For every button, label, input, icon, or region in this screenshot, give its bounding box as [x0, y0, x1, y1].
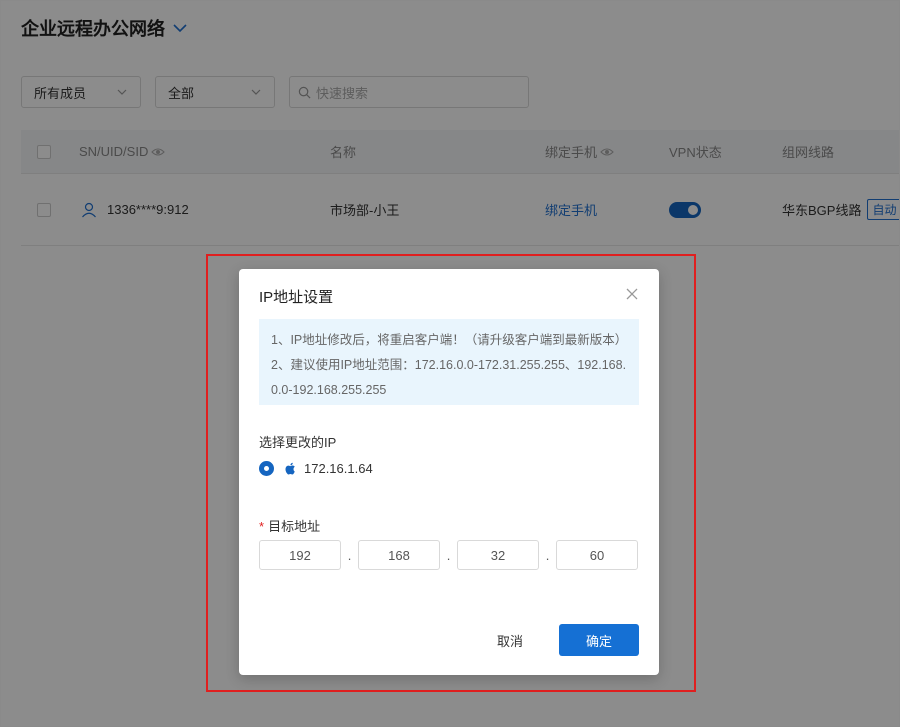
confirm-button[interactable]: 确定 [559, 624, 639, 656]
notice-line: 0.0-192.168.255.255 [271, 383, 387, 397]
select-ip-label: 选择更改的IP [259, 435, 337, 450]
ip-settings-dialog: IP地址设置 1、IP地址修改后，将重启客户端！（请升级客户端到最新版本） 2、… [239, 269, 659, 675]
target-address-label: * 目标地址 [259, 519, 321, 534]
ip-octet-4-input[interactable]: 60 [556, 540, 638, 570]
target-ip-inputs: 192 . 168 . 32 . 60 [259, 540, 638, 570]
ip-option[interactable]: 172.16.1.64 [259, 461, 373, 476]
current-ip: 172.16.1.64 [304, 461, 373, 476]
dialog-title: IP地址设置 [259, 289, 334, 306]
ip-separator: . [347, 547, 352, 563]
page: 企业远程办公网络 所有成员 全部 快速搜索 SN/UID/SID 名称 绑定手机… [0, 0, 900, 727]
ip-radio[interactable] [259, 461, 274, 476]
ip-separator: . [446, 547, 451, 563]
ip-octet-3-input[interactable]: 32 [457, 540, 539, 570]
notice-line: 1、IP地址修改后，将重启客户端！（请升级客户端到最新版本） [271, 333, 628, 347]
apple-icon [285, 462, 295, 475]
notice-box: 1、IP地址修改后，将重启客户端！（请升级客户端到最新版本） 2、建议使用IP地… [259, 319, 639, 405]
ip-separator: . [545, 547, 550, 563]
ip-octet-2-input[interactable]: 168 [358, 540, 440, 570]
cancel-button[interactable]: 取消 [488, 624, 532, 656]
notice-line: 2、建议使用IP地址范围：172.16.0.0-172.31.255.255、1… [271, 358, 627, 372]
target-address-label-text: 目标地址 [268, 519, 321, 534]
close-icon[interactable] [625, 287, 639, 301]
ip-octet-1-input[interactable]: 192 [259, 540, 341, 570]
